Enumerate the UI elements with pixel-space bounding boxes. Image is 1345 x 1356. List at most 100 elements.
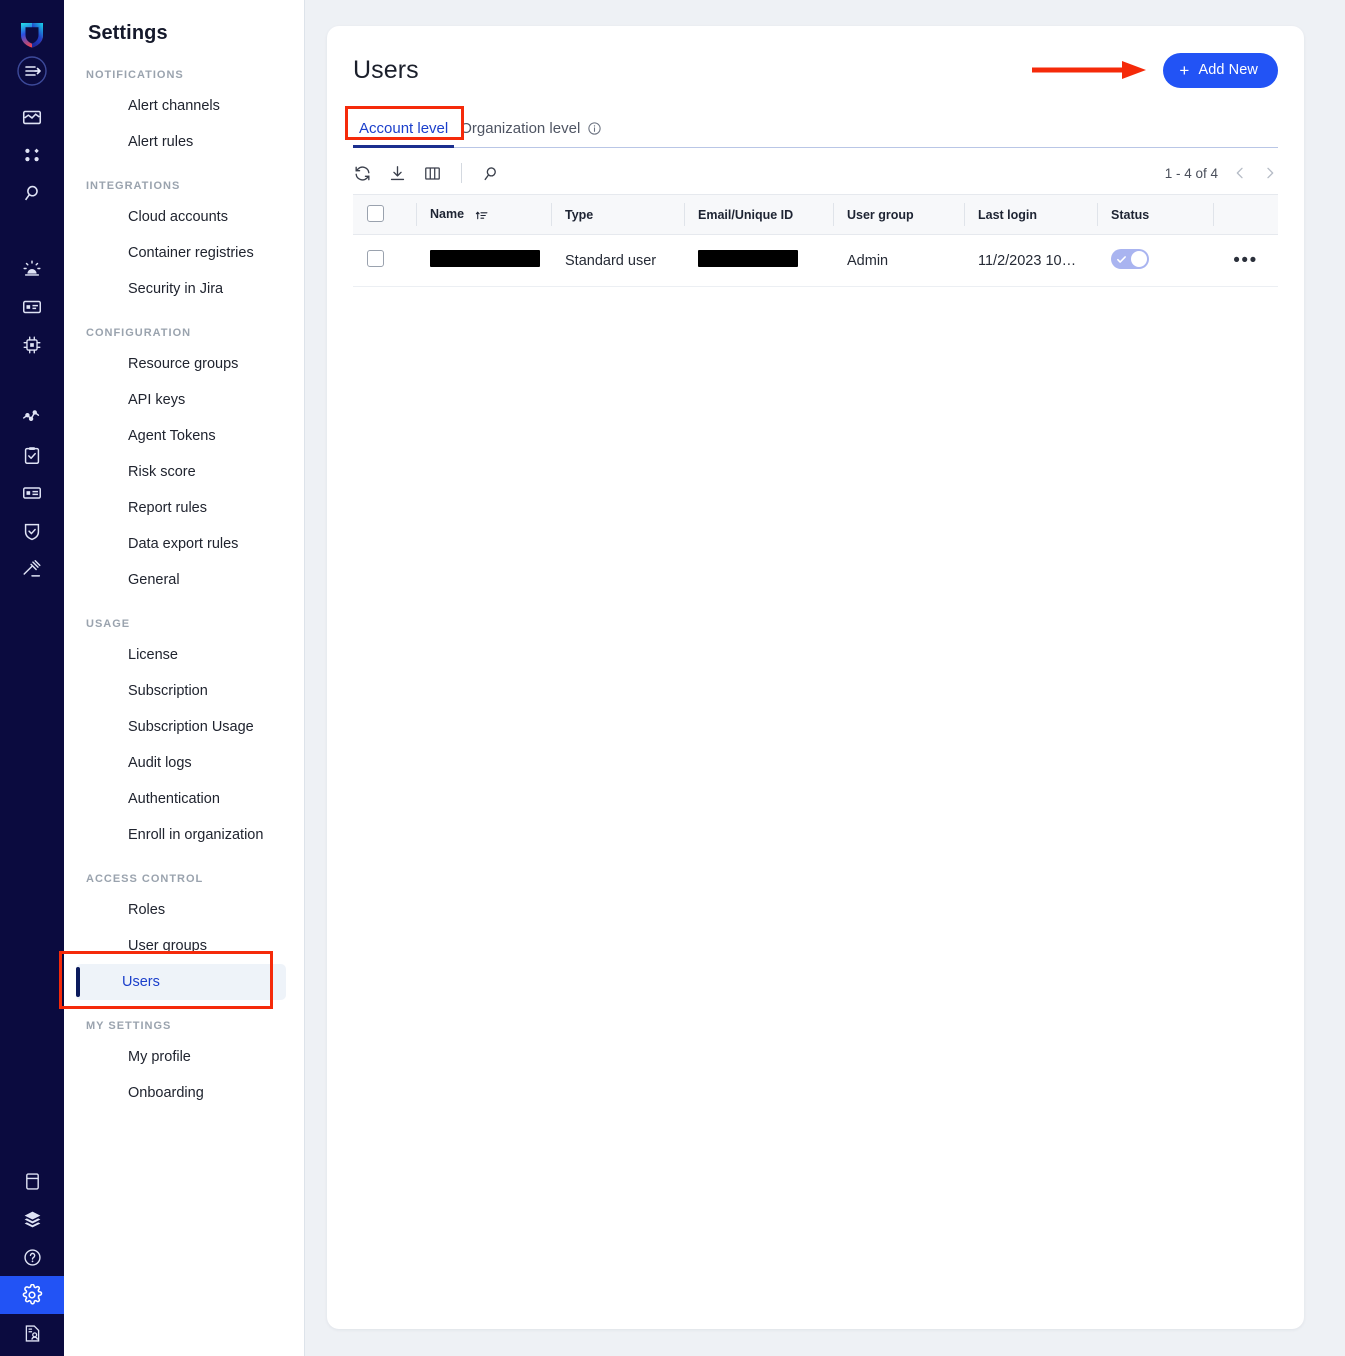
column-header-last-login[interactable]: Last login bbox=[964, 194, 1097, 235]
table-row[interactable]: Standard user Admin 11/2/2023 10… ••• bbox=[353, 234, 1278, 287]
sidebar-item-my-profile[interactable]: My profile bbox=[73, 1039, 295, 1075]
sidebar-item-license[interactable]: License bbox=[73, 637, 295, 673]
sidebar-selected-wrapper: Users bbox=[59, 951, 304, 1009]
dashboard-chart-icon[interactable] bbox=[0, 98, 64, 136]
alerts-siren-icon[interactable] bbox=[0, 250, 64, 288]
sidebar-item-label: Audit logs bbox=[128, 755, 192, 771]
sidebar-item-label: Subscription Usage bbox=[128, 719, 254, 735]
nav-section-label-notifications: NOTIFICATIONS bbox=[86, 69, 184, 81]
page-header: Users + Add New bbox=[353, 50, 1278, 90]
sidebar-item-cloud-accounts[interactable]: Cloud accounts bbox=[73, 199, 295, 235]
sidebar-item-alert-rules[interactable]: Alert rules bbox=[73, 124, 295, 160]
toolbar-divider bbox=[461, 163, 462, 183]
check-icon bbox=[1116, 253, 1127, 269]
table-toolbar: 1 - 4 of 4 bbox=[353, 148, 1278, 194]
sidebar-item-user-groups[interactable]: User groups bbox=[73, 928, 295, 964]
gavel-policy-icon[interactable] bbox=[0, 550, 64, 588]
sidebar-item-label: User groups bbox=[128, 938, 207, 954]
shield-check-icon[interactable] bbox=[0, 512, 64, 550]
sidebar-item-roles[interactable]: Roles bbox=[73, 892, 295, 928]
search-icon[interactable] bbox=[0, 174, 64, 212]
sidebar-item-alert-channels[interactable]: Alert channels bbox=[73, 88, 295, 124]
chevron-right-icon[interactable] bbox=[1262, 165, 1278, 181]
sidebar-item-authentication[interactable]: Authentication bbox=[73, 781, 295, 817]
inventory-id-icon[interactable] bbox=[0, 474, 64, 512]
download-icon[interactable] bbox=[388, 164, 407, 183]
sidebar-item-agent-tokens[interactable]: Agent Tokens bbox=[73, 418, 295, 454]
refresh-icon[interactable] bbox=[353, 164, 372, 183]
sidebar-item-label: Report rules bbox=[128, 500, 207, 516]
sidebar-item-security-in-jira[interactable]: Security in Jira bbox=[73, 271, 295, 307]
sidebar-item-label: Resource groups bbox=[128, 356, 239, 372]
sidebar-item-audit-logs[interactable]: Audit logs bbox=[73, 745, 295, 781]
sidebar-item-general[interactable]: General bbox=[73, 562, 295, 598]
cell-last-login: 11/2/2023 10… bbox=[964, 234, 1097, 287]
sidebar-item-api-keys[interactable]: API keys bbox=[73, 382, 295, 418]
pagination: 1 - 4 of 4 bbox=[1165, 165, 1278, 181]
sidebar-item-resource-groups[interactable]: Resource groups bbox=[73, 346, 295, 382]
layers-stack-icon[interactable] bbox=[0, 1200, 64, 1238]
main-content-area: Users + Add New Account level Organizati… bbox=[305, 0, 1345, 1356]
settings-title: Settings bbox=[88, 22, 168, 44]
sidebar-item-data-export-rules[interactable]: Data export rules bbox=[73, 526, 295, 562]
sidebar-item-label: General bbox=[128, 572, 180, 588]
users-table-head: Name Type Email/Unique ID User group Las… bbox=[353, 194, 1278, 235]
sidebar-item-enroll-in-organization[interactable]: Enroll in organization bbox=[73, 817, 295, 853]
sidebar-item-label: Alert rules bbox=[128, 134, 194, 150]
compliance-clipboard-icon[interactable] bbox=[0, 436, 64, 474]
apps-grid-icon[interactable] bbox=[0, 136, 64, 174]
status-toggle[interactable] bbox=[1111, 248, 1149, 269]
sidebar-item-subscription[interactable]: Subscription bbox=[73, 673, 295, 709]
docs-book-icon[interactable] bbox=[0, 1162, 64, 1200]
toggle-knob bbox=[1131, 250, 1147, 267]
search-icon[interactable] bbox=[481, 164, 500, 183]
rail-bottom-group bbox=[0, 1162, 64, 1356]
row-checkbox[interactable] bbox=[367, 250, 384, 267]
card-list-icon[interactable] bbox=[0, 288, 64, 326]
sidebar-item-label: Alert channels bbox=[128, 98, 220, 114]
app-root: Settings NOTIFICATIONS Alert channels Aler… bbox=[0, 0, 1345, 1356]
sidebar-item-risk-score[interactable]: Risk score bbox=[73, 454, 295, 490]
primary-nav-rail bbox=[0, 0, 64, 1356]
chip-runtime-icon[interactable] bbox=[0, 326, 64, 364]
columns-icon[interactable] bbox=[423, 164, 442, 183]
app-shield-logo[interactable] bbox=[12, 14, 52, 54]
select-all-checkbox[interactable] bbox=[367, 204, 384, 222]
sidebar-item-label: Subscription bbox=[128, 683, 208, 699]
chevron-left-icon[interactable] bbox=[1232, 165, 1248, 181]
activity-graph-icon[interactable] bbox=[0, 398, 64, 436]
sidebar-item-subscription-usage[interactable]: Subscription Usage bbox=[73, 709, 295, 745]
annotation-arrow bbox=[1032, 61, 1146, 79]
sidebar-item-label: Security in Jira bbox=[128, 281, 224, 297]
column-header-email[interactable]: Email/Unique ID bbox=[684, 194, 833, 235]
users-table: Name Type Email/Unique ID User group Las… bbox=[353, 194, 1278, 287]
redacted-email bbox=[698, 250, 798, 267]
help-question-icon[interactable] bbox=[0, 1238, 64, 1276]
row-actions-menu-button[interactable]: ••• bbox=[1233, 250, 1257, 271]
sidebar-collapse-toggle[interactable] bbox=[0, 56, 64, 86]
tab-account-level-label: Account level bbox=[359, 120, 449, 137]
info-icon[interactable] bbox=[587, 121, 602, 136]
nav-section-label-access-control: ACCESS CONTROL bbox=[86, 873, 204, 885]
column-header-status[interactable]: Status bbox=[1097, 194, 1213, 235]
column-header-name[interactable]: Name bbox=[416, 194, 551, 235]
tab-account-level[interactable]: Account level bbox=[353, 120, 455, 148]
column-header-type[interactable]: Type bbox=[551, 194, 684, 235]
sort-ascending-icon[interactable] bbox=[475, 209, 488, 222]
cell-type: Standard user bbox=[551, 234, 684, 287]
add-new-button[interactable]: + Add New bbox=[1163, 52, 1278, 88]
settings-sidebar: Settings NOTIFICATIONS Alert channels Aler… bbox=[59, 0, 305, 1356]
settings-gear-icon[interactable] bbox=[0, 1276, 64, 1314]
tab-organization-level[interactable]: Organization level bbox=[454, 120, 608, 147]
sidebar-item-label: Enroll in organization bbox=[128, 827, 264, 843]
users-card: Users + Add New Account level Organizati… bbox=[327, 26, 1304, 1329]
sidebar-item-users[interactable]: Users bbox=[76, 964, 286, 1000]
sidebar-item-report-rules[interactable]: Report rules bbox=[73, 490, 295, 526]
sidebar-item-label: Cloud accounts bbox=[128, 209, 228, 225]
sidebar-item-onboarding[interactable]: Onboarding bbox=[73, 1075, 295, 1111]
sidebar-item-container-registries[interactable]: Container registries bbox=[73, 235, 295, 271]
reports-user-icon[interactable] bbox=[0, 1314, 64, 1352]
table-header-row: Name Type Email/Unique ID User group Las… bbox=[353, 194, 1278, 235]
sidebar-item-label: Roles bbox=[128, 902, 166, 918]
column-header-user-group[interactable]: User group bbox=[833, 194, 964, 235]
